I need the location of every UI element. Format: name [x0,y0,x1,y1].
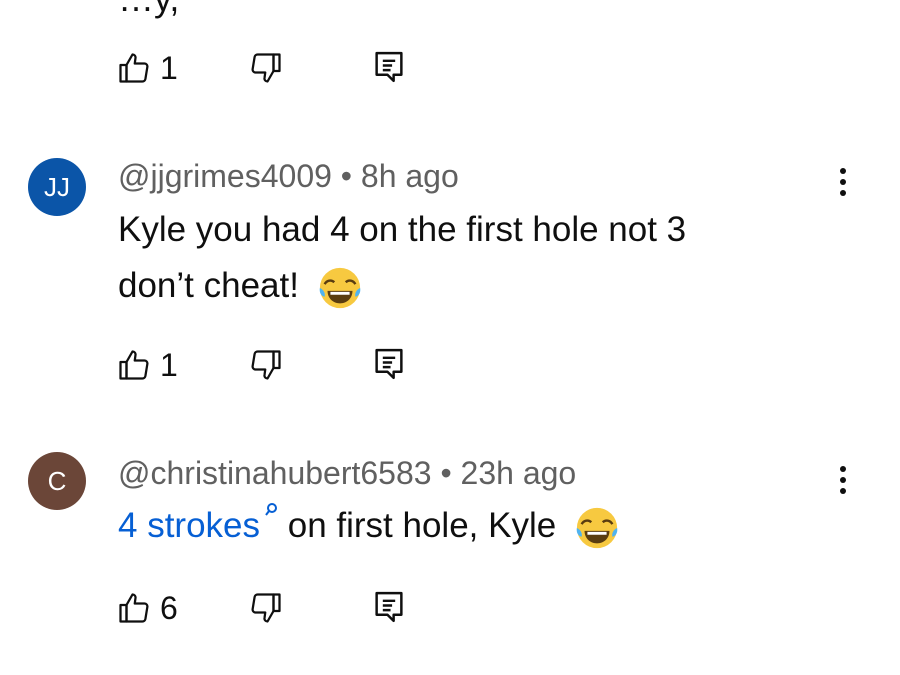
comment-menu-button[interactable] [826,158,860,206]
meta-separator: • [340,158,361,194]
reply-button[interactable] [372,345,406,383]
comment-author[interactable]: @jjgrimes4009 [118,158,332,194]
dislike-button[interactable] [248,590,284,626]
thumbs-down-icon [251,350,281,380]
comment-actions: 6 [116,588,403,628]
reply-button[interactable] [372,48,406,86]
more-vert-icon [840,168,846,174]
more-vert-icon [840,466,846,472]
like-button[interactable]: 1 [116,50,178,87]
like-count: 1 [160,49,178,86]
previous-comment-text: …y, [118,0,179,20]
thumbs-down-icon [251,53,281,83]
like-button[interactable]: 1 [116,347,178,384]
comment-text-line: don’t cheat! [118,258,686,314]
comment-text-rest: on first hole, Kyle [287,506,557,545]
thumbs-down-icon [251,593,281,623]
comment-time: 8h ago [360,158,459,194]
meta-separator: • [440,455,461,491]
comment-meta: @jjgrimes4009 • 8h ago [118,158,459,195]
comment-time: 23h ago [460,455,577,491]
reply-comment-icon [375,348,403,380]
thumbs-up-icon [119,350,149,380]
comment-text: Kyle you had 4 on the first hole not 3 d… [118,202,686,314]
reply-comment-icon [375,51,403,83]
comment-text-line: Kyle you had 4 on the first hole not 3 [118,210,687,249]
like-count: 1 [160,346,178,383]
thumbs-up-icon [119,593,149,623]
comment-author[interactable]: @christinahubert6583 [118,455,432,491]
like-count: 6 [160,589,178,626]
search-link[interactable]: 4 strokes [118,503,278,545]
avatar[interactable]: JJ [28,158,86,216]
like-button[interactable]: 6 [116,590,178,627]
reply-comment-icon [375,591,403,623]
comment-meta: @christinahubert6583 • 23h ago [118,455,576,492]
face-with-tears-of-joy-emoji [319,267,361,308]
face-with-tears-of-joy-emoji [576,507,618,548]
comment-actions: 1 [116,48,403,88]
reply-button[interactable] [372,588,406,626]
comment-actions: 1 [116,345,403,385]
comment-menu-button[interactable] [826,456,860,504]
dislike-button[interactable] [248,50,284,86]
avatar[interactable]: C [28,452,86,510]
comment-text: 4 strokes on first hole, Kyle [118,498,620,554]
search-icon [265,503,277,516]
dislike-button[interactable] [248,347,284,383]
thumbs-up-icon [119,53,149,83]
